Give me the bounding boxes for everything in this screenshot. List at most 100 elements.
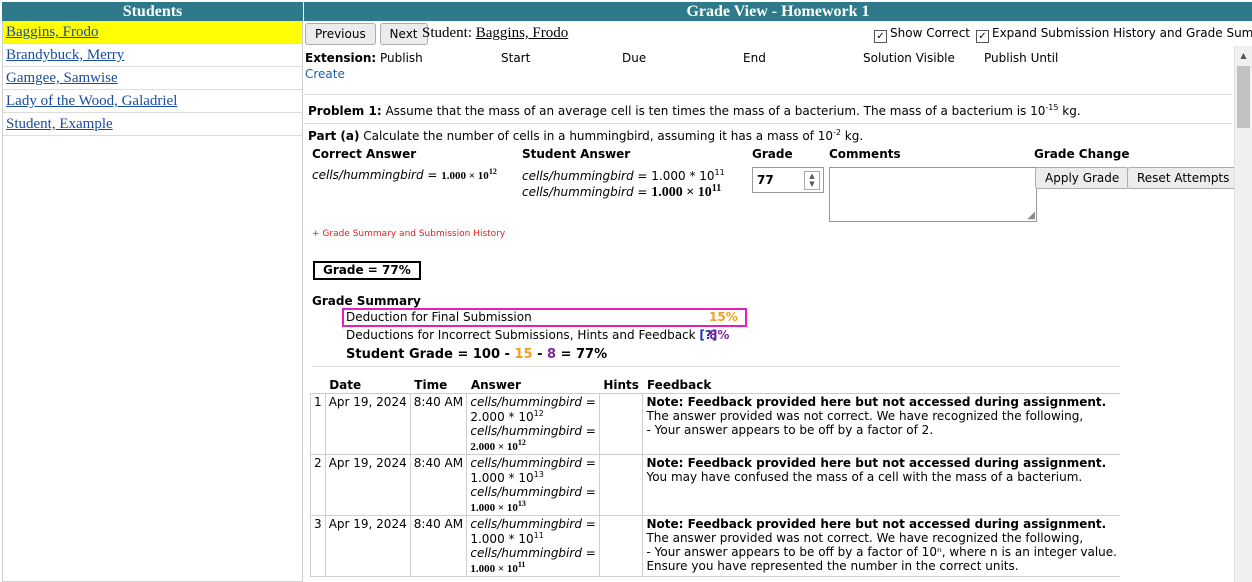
ext-col-start: Start: [501, 51, 531, 65]
history-row: 2 Apr 19, 2024 8:40 AM cells/hummingbird…: [310, 454, 1120, 516]
problem-statement: Problem 1: Assume that the mass of an av…: [308, 103, 1081, 118]
student-answer-var: cells/hummingbird: [522, 169, 634, 183]
student-link[interactable]: Brandybuck, Merry: [6, 47, 124, 63]
student-grade-prefix: Student Grade = 100 -: [346, 347, 515, 362]
history-date: Apr 19, 2024: [324, 393, 411, 455]
history-hints: [598, 454, 644, 516]
ext-col-solution-visible: Solution Visible: [863, 51, 955, 65]
student-grade-minus: -: [532, 347, 548, 362]
student-answer-var: cells/hummingbird: [522, 185, 634, 199]
history-col-hints: Hints: [599, 377, 643, 394]
feedback-line: The answer provided was not correct. We …: [646, 409, 1084, 423]
problem-text: Assume that the mass of an average cell …: [385, 104, 1046, 118]
scroll-up-icon[interactable]: ▲: [1235, 48, 1252, 64]
student-answer-formatted: cells/hummingbird = 1.000 × 1011: [522, 183, 722, 200]
incorrect-deduction-value: 8%: [709, 328, 730, 342]
history-time: 8:40 AM: [409, 515, 468, 577]
final-deduction-value: 15%: [709, 310, 738, 324]
student-item[interactable]: Lady of the Wood, Galadriel: [3, 90, 302, 113]
ext-col-publish: Publish: [380, 51, 423, 65]
history-header-row: Date Time Answer Hints Feedback: [310, 377, 1120, 394]
part-label: Part (a): [308, 129, 360, 143]
feedback-note: Note: Feedback provided here but not acc…: [646, 395, 1107, 409]
student-link[interactable]: Baggins, Frodo: [6, 24, 99, 40]
next-button[interactable]: Next: [379, 23, 428, 45]
student-list: Baggins, Frodo Brandybuck, Merry Gamgee,…: [2, 21, 303, 582]
answer-exp: 13: [517, 499, 526, 508]
expand-history-checkbox[interactable]: ✓: [976, 30, 989, 43]
create-extension-link[interactable]: Create: [305, 67, 345, 81]
reset-attempts-button[interactable]: Reset Attempts: [1127, 167, 1240, 189]
correct-answer: cells/hummingbird = 1.000 × 1012: [312, 167, 497, 182]
submission-history-table: Date Time Answer Hints Feedback 1 Apr 19…: [310, 377, 1120, 577]
answer-var: cells/hummingbird =: [470, 424, 596, 438]
feedback-line: You may have confused the mass of a cell…: [646, 470, 1083, 484]
scrollbar-thumb[interactable]: [1237, 66, 1250, 128]
problem-label: Problem 1:: [308, 104, 382, 118]
history-answer: cells/hummingbird = 1.000 * 10 13 cells/h…: [466, 454, 600, 516]
problem-exp: -15: [1045, 103, 1059, 112]
comments-textarea[interactable]: ◢: [829, 167, 1037, 222]
correct-answer-value: 1.000 × 10: [441, 170, 489, 182]
show-correct-checkbox[interactable]: ✓: [874, 30, 887, 43]
history-col-feedback: Feedback: [642, 377, 1120, 394]
history-date: Apr 19, 2024: [324, 515, 411, 577]
student-answer-value: 1.000 * 10: [651, 169, 715, 183]
expand-history-toggle[interactable]: ✓ Expand Submission History and Grade Sum…: [976, 26, 1252, 43]
resize-grip-icon[interactable]: ◢: [1027, 210, 1035, 221]
incorrect-deduction-label: Deductions for Incorrect Submissions, Hi…: [346, 328, 696, 342]
history-date: Apr 19, 2024: [324, 454, 411, 516]
student-answer-exp: 11: [711, 183, 722, 194]
previous-button[interactable]: Previous: [305, 23, 376, 45]
student-grade-deduct1: 15: [514, 347, 533, 362]
students-panel: Students Baggins, Frodo Brandybuck, Merr…: [2, 2, 303, 582]
history-time: 8:40 AM: [409, 454, 468, 516]
student-grade-result: = 77%: [556, 347, 608, 362]
ext-col-due: Due: [622, 51, 647, 65]
part-statement: Part (a) Calculate the number of cells i…: [308, 128, 863, 143]
answer-exp: 12: [517, 438, 526, 447]
grade-input[interactable]: 77 ▲ ▼: [752, 167, 824, 193]
apply-grade-button[interactable]: Apply Grade: [1035, 167, 1130, 189]
answer-var: cells/hummingbird =: [470, 485, 596, 499]
feedback-note: Note: Feedback provided here but not acc…: [646, 456, 1107, 470]
grade-summary-title: Grade Summary: [312, 294, 421, 308]
correct-answer-var: cells/hummingbird: [312, 168, 424, 182]
vertical-scrollbar[interactable]: ▲: [1234, 46, 1252, 582]
student-link[interactable]: Lady of the Wood, Galadriel: [6, 93, 177, 109]
student-link[interactable]: Gamgee, Samwise: [6, 70, 118, 86]
student-answer-exp: 11: [714, 168, 725, 177]
history-row: 3 Apr 19, 2024 8:40 AM cells/hummingbird…: [310, 515, 1120, 577]
student-grade-formula: Student Grade = 100 - 15 - 8 = 77%: [346, 347, 607, 362]
answer-var: cells/hummingbird =: [470, 456, 596, 470]
feedback-line: The answer provided was not correct. We …: [646, 531, 1084, 545]
part-text: Calculate the number of cells in a hummi…: [363, 129, 833, 143]
student-item[interactable]: Gamgee, Samwise: [3, 67, 302, 90]
student-item[interactable]: Student, Example: [3, 113, 302, 136]
history-num: 1: [310, 393, 326, 455]
grade-change-header: Grade Change: [1034, 147, 1130, 161]
answer-exp: 11: [517, 560, 526, 569]
answer-value: 1.000 * 10: [470, 471, 534, 485]
answer-value: 1.000 * 10: [470, 532, 534, 546]
answer-value: 2.000 × 10: [470, 441, 518, 453]
student-link[interactable]: Student, Example: [6, 116, 113, 132]
answer-var: cells/hummingbird =: [470, 517, 596, 531]
history-col-answer: Answer: [466, 377, 600, 394]
grade-input-value: 77: [757, 173, 774, 187]
feedback-line: - Your answer appears to be off by a fac…: [646, 423, 934, 437]
student-item[interactable]: Baggins, Frodo: [3, 21, 302, 44]
student-name-link[interactable]: Baggins, Frodo: [476, 25, 569, 41]
history-time: 8:40 AM: [409, 393, 468, 455]
grade-stepper[interactable]: ▲ ▼: [804, 171, 820, 190]
answer-value: 1.000 × 10: [470, 563, 518, 575]
correct-answer-header: Correct Answer: [312, 147, 417, 161]
history-feedback: Note: Feedback provided here but not acc…: [642, 393, 1120, 455]
show-correct-toggle[interactable]: ✓ Show Correct: [874, 26, 970, 43]
summary-toggle-link[interactable]: + Grade Summary and Submission History: [312, 229, 505, 239]
student-item[interactable]: Brandybuck, Merry: [3, 44, 302, 67]
history-row: 1 Apr 19, 2024 8:40 AM cells/hummingbird…: [310, 393, 1120, 455]
student-answer-header: Student Answer: [522, 147, 631, 161]
show-correct-label: Show Correct: [890, 26, 970, 40]
ext-col-end: End: [743, 51, 766, 65]
